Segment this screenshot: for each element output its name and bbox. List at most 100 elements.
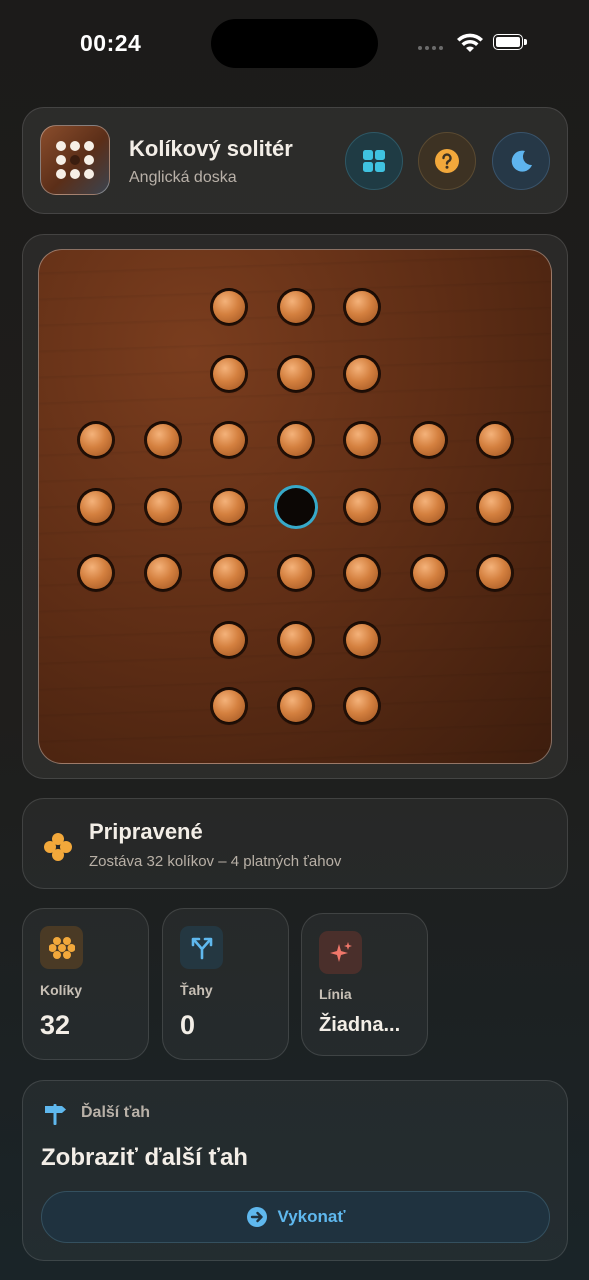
peg-hole[interactable] <box>77 554 115 592</box>
peg-hole[interactable] <box>276 354 315 393</box>
app-title: Kolíkový solitér <box>129 136 293 161</box>
stat-pegs-card: Kolíky 32 <box>22 908 149 1060</box>
peg[interactable] <box>346 690 378 722</box>
status-time: 00:24 <box>80 30 142 56</box>
peg[interactable] <box>412 557 445 589</box>
sparkles-icon <box>319 931 362 974</box>
app-logo <box>40 125 110 195</box>
status-bar: 00:24 <box>0 0 589 90</box>
peg-hole[interactable] <box>476 421 514 459</box>
peg-hole[interactable] <box>143 421 182 459</box>
peg[interactable] <box>213 490 245 523</box>
peg-hole[interactable] <box>276 288 315 326</box>
peg-hole[interactable] <box>77 421 115 459</box>
next-move-card: Ďalší ťah Zobraziť ďalší ťah Vykonať <box>22 1080 568 1261</box>
peg-hole[interactable] <box>343 554 381 592</box>
pegs-cluster-icon <box>44 833 72 861</box>
peg-hole[interactable] <box>343 421 381 459</box>
help-button[interactable] <box>418 132 476 190</box>
empty-hole[interactable] <box>276 487 315 526</box>
board-select-button[interactable] <box>345 132 403 190</box>
peg-hole[interactable] <box>343 687 381 725</box>
peg-hole[interactable] <box>343 487 381 526</box>
board-variant-subtitle: Anglická doska <box>129 169 237 186</box>
peg[interactable] <box>213 357 245 390</box>
peg[interactable] <box>213 424 245 456</box>
arrow-circle-icon <box>246 1207 267 1227</box>
stat-moves-value: 0 <box>180 1010 196 1040</box>
board-card <box>22 234 568 779</box>
peg-hole[interactable] <box>210 421 248 459</box>
execute-button-label: Vykonať <box>277 1207 346 1226</box>
peg-hole[interactable] <box>343 354 381 393</box>
execute-button[interactable]: Vykonať <box>41 1191 550 1243</box>
stat-line-value: Žiadna... <box>319 1014 401 1036</box>
peg[interactable] <box>279 623 312 656</box>
peg[interactable] <box>479 424 511 456</box>
peg[interactable] <box>80 490 112 523</box>
peg[interactable] <box>146 557 179 589</box>
dynamic-island <box>211 19 378 68</box>
peg-hole[interactable] <box>409 487 448 526</box>
grid-icon <box>363 150 385 172</box>
peg-hole[interactable] <box>210 354 248 393</box>
peg[interactable] <box>346 623 378 656</box>
peg-hole[interactable] <box>276 620 315 659</box>
peg[interactable] <box>479 557 511 589</box>
game-board[interactable] <box>38 249 552 764</box>
peg-hole[interactable] <box>143 554 182 592</box>
peg-hole[interactable] <box>77 487 115 526</box>
peg[interactable] <box>279 357 312 390</box>
peg-hole[interactable] <box>210 620 248 659</box>
stat-line-label: Línia <box>319 986 352 1002</box>
peg-hole[interactable] <box>343 620 381 659</box>
peg[interactable] <box>279 424 312 456</box>
theme-toggle-button[interactable] <box>492 132 550 190</box>
peg-hole[interactable] <box>210 687 248 725</box>
peg[interactable] <box>346 424 378 456</box>
stat-moves-label: Ťahy <box>180 982 213 998</box>
peg[interactable] <box>346 490 378 523</box>
peg[interactable] <box>346 557 378 589</box>
peg-hole[interactable] <box>143 487 182 526</box>
stat-moves-card: Ťahy 0 <box>162 908 289 1060</box>
peg-hole[interactable] <box>476 487 514 526</box>
peg-hole[interactable] <box>276 421 315 459</box>
peg[interactable] <box>213 291 245 323</box>
stat-line-card: Línia Žiadna... <box>301 913 428 1056</box>
peg[interactable] <box>146 490 179 523</box>
peg-hole[interactable] <box>409 421 448 459</box>
peg[interactable] <box>479 490 511 523</box>
peg[interactable] <box>279 557 312 589</box>
branch-arrows-icon <box>180 926 223 969</box>
peg[interactable] <box>279 291 312 323</box>
peg-hole[interactable] <box>210 288 248 326</box>
peg-hole[interactable] <box>409 554 448 592</box>
peg[interactable] <box>279 690 312 722</box>
moon-icon <box>511 150 532 172</box>
cellular-signal-icon <box>418 46 443 50</box>
peg[interactable] <box>412 424 445 456</box>
peg[interactable] <box>80 424 112 456</box>
stat-pegs-value: 32 <box>40 1010 71 1040</box>
peg[interactable] <box>346 291 378 323</box>
status-description: Zostáva 32 kolíkov – 4 platných ťahov <box>89 853 342 870</box>
peg[interactable] <box>146 424 179 456</box>
status-title: Pripravené <box>89 819 203 844</box>
peg-hole[interactable] <box>210 554 248 592</box>
peg[interactable] <box>346 357 378 390</box>
peg-hole[interactable] <box>210 487 248 526</box>
peg[interactable] <box>213 623 245 656</box>
peg-hole[interactable] <box>343 288 381 326</box>
game-status-card: Pripravené Zostáva 32 kolíkov – 4 platný… <box>22 798 568 889</box>
peg[interactable] <box>412 490 445 523</box>
show-next-move-title[interactable]: Zobraziť ďalší ťah <box>41 1144 248 1172</box>
next-move-header: Ďalší ťah <box>81 1104 151 1121</box>
peg-hole[interactable] <box>476 554 514 592</box>
peg-hole[interactable] <box>276 554 315 592</box>
peg[interactable] <box>213 557 245 589</box>
header-card: Kolíkový solitér Anglická doska <box>22 107 568 214</box>
peg[interactable] <box>80 557 112 589</box>
peg-hole[interactable] <box>276 687 315 725</box>
peg[interactable] <box>213 690 245 722</box>
